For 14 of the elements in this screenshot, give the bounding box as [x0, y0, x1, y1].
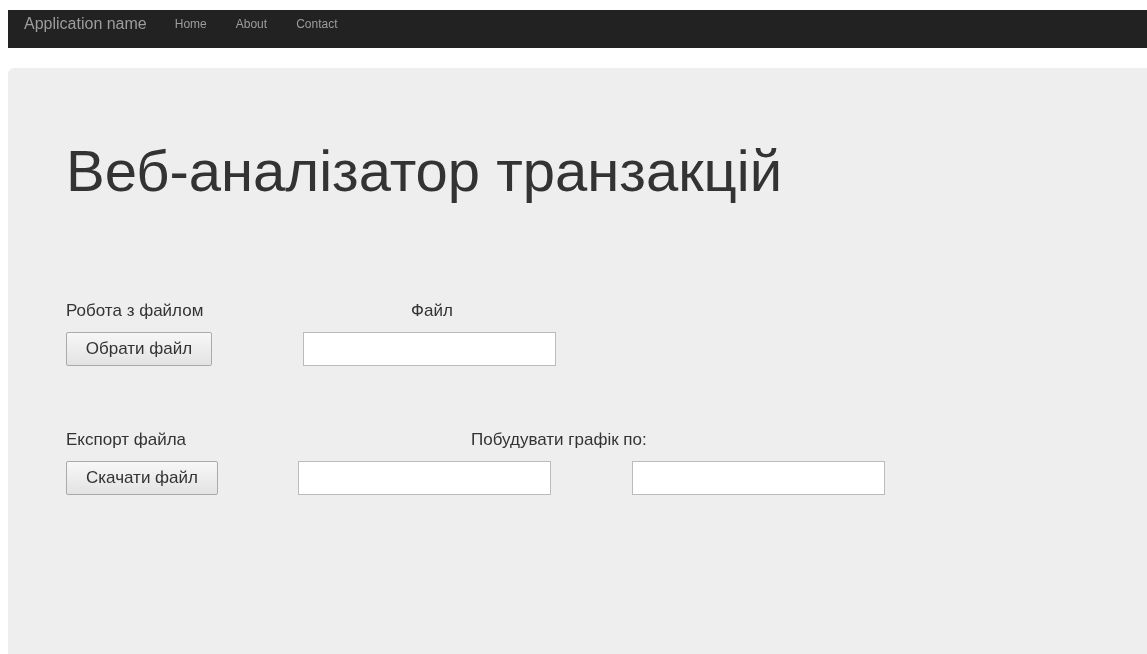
page-title: Веб-аналізатор транзакцій — [66, 137, 784, 205]
input-field[interactable] — [632, 461, 885, 495]
field-label: Файл — [411, 301, 453, 321]
section-label: Робота з файлом — [66, 301, 205, 321]
nav-link[interactable]: Contact — [296, 17, 338, 31]
brand-link[interactable]: Application name — [24, 15, 147, 33]
section-label: Експорт файла — [66, 430, 188, 450]
input-field[interactable] — [298, 461, 551, 495]
nav-link[interactable]: About — [235, 17, 268, 31]
field-label: Побудувати графік по: — [471, 430, 647, 450]
choose-file-button[interactable]: Обрати файл — [66, 332, 212, 366]
nav-link[interactable]: Home — [174, 17, 207, 31]
download-file-button[interactable]: Скачати файл — [66, 461, 218, 495]
file-input-field[interactable] — [303, 332, 556, 366]
